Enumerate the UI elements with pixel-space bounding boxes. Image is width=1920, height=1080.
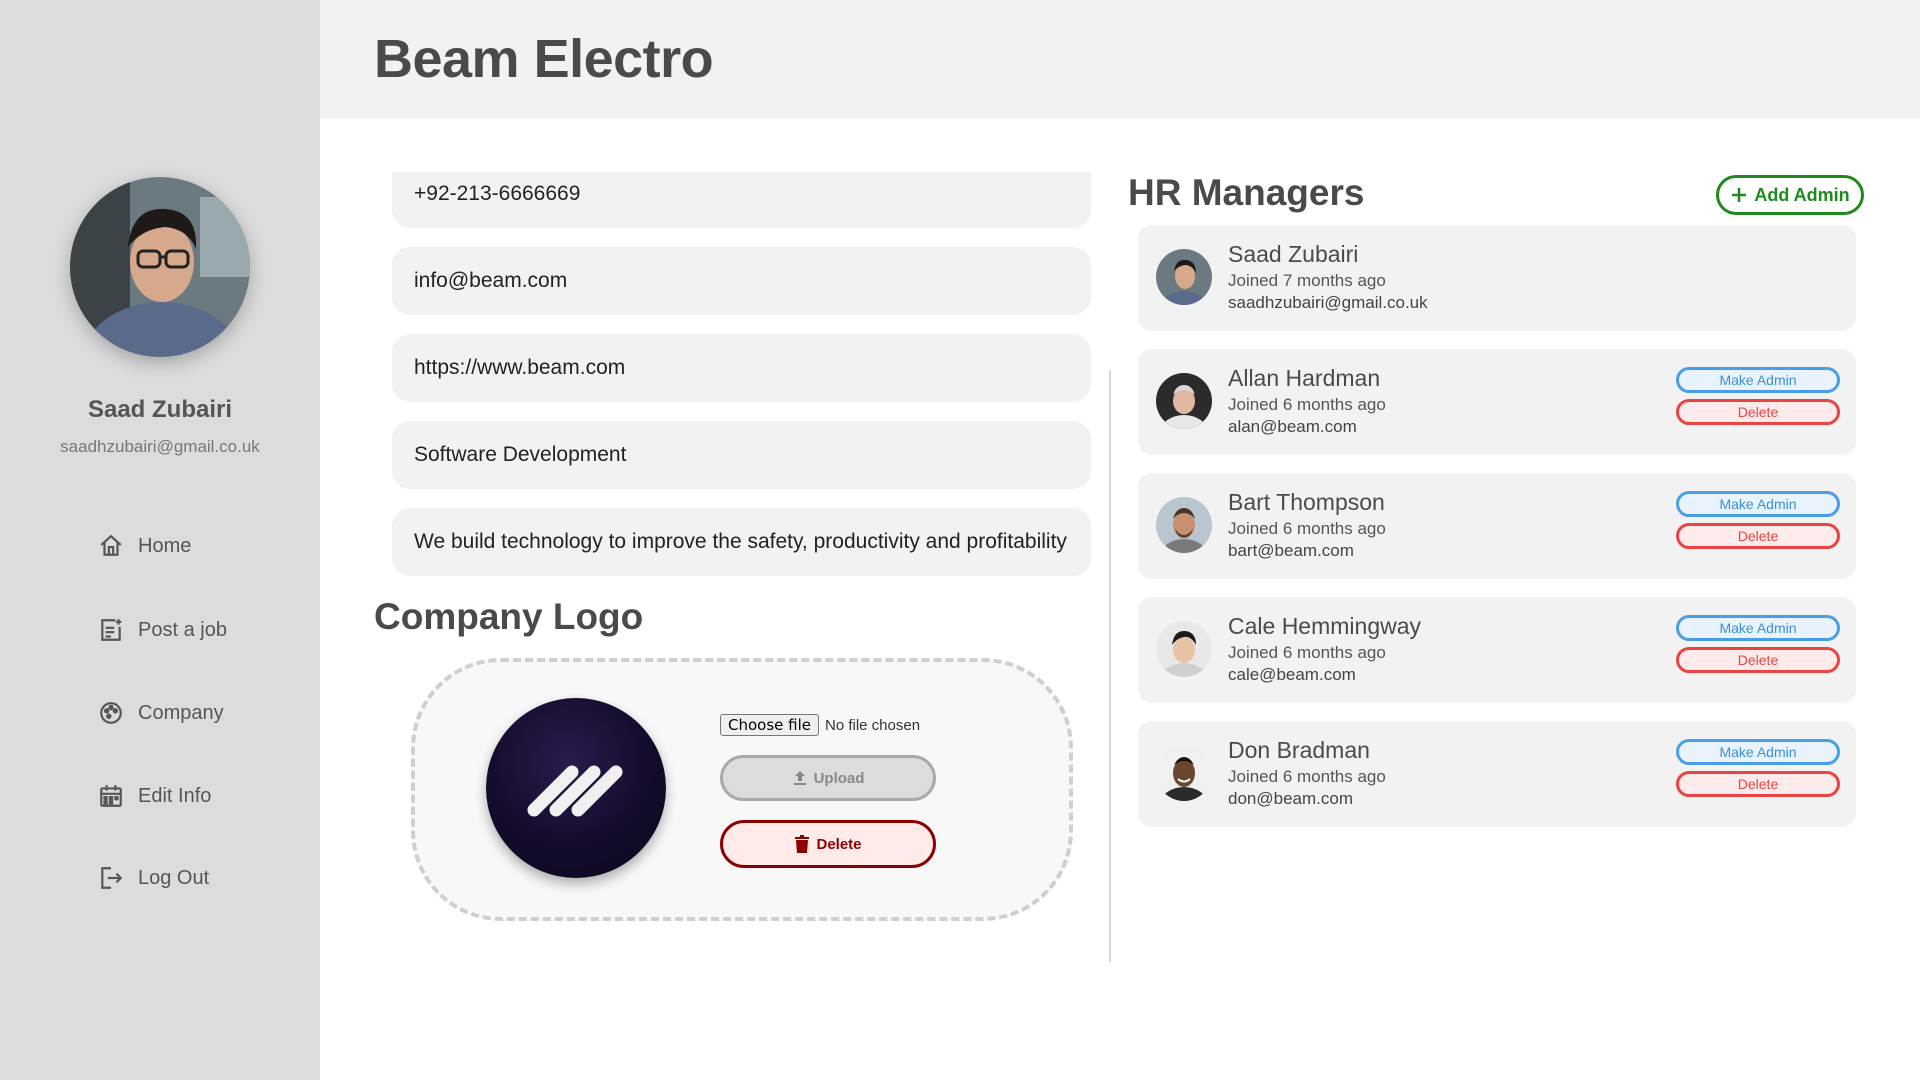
manager-name: Allan Hardman xyxy=(1228,365,1381,391)
upload-label: Upload xyxy=(813,769,865,787)
divider xyxy=(1109,370,1111,962)
delete-manager-button[interactable]: Delete xyxy=(1676,771,1840,797)
manager-name: Don Bradman xyxy=(1228,737,1370,763)
avatar xyxy=(1156,373,1212,429)
calendar-icon xyxy=(100,785,122,807)
manager-name: Saad Zubairi xyxy=(1228,241,1359,267)
plus-icon xyxy=(1732,188,1747,202)
company-logo xyxy=(486,698,666,878)
make-admin-button[interactable]: Make Admin xyxy=(1676,367,1840,393)
make-admin-button[interactable]: Make Admin xyxy=(1676,739,1840,765)
sidebar-item-company[interactable]: Company xyxy=(98,693,224,733)
hr-managers-title: HR Managers xyxy=(1128,172,1365,213)
sidebar-item-label: Log Out xyxy=(138,866,210,889)
industry-field[interactable]: Software Development xyxy=(392,421,1091,489)
manager-joined: Joined 6 months ago xyxy=(1228,643,1386,662)
manager-name: Cale Hemmingway xyxy=(1228,613,1422,639)
logout-icon xyxy=(101,867,123,889)
delete-manager-button[interactable]: Delete xyxy=(1676,647,1840,673)
sidebar-user-email: saadhzubairi@gmail.co.uk xyxy=(60,437,260,456)
make-admin-button[interactable]: Make Admin xyxy=(1676,615,1840,641)
company-logo-title: Company Logo xyxy=(374,596,644,637)
description-field[interactable]: We build technology to improve the safet… xyxy=(392,508,1091,576)
sidebar-item-post-a-job[interactable]: Post a job xyxy=(98,610,227,650)
post-job-icon xyxy=(101,619,122,641)
upload-button[interactable]: Upload xyxy=(720,755,936,801)
palette-icon xyxy=(100,702,122,724)
file-input[interactable]: Choose file No file chosen xyxy=(720,714,920,736)
manager-name: Bart Thompson xyxy=(1228,489,1385,515)
delete-manager-button[interactable]: Delete xyxy=(1676,523,1840,549)
trash-icon xyxy=(795,835,810,853)
add-admin-label: Add Admin xyxy=(1754,184,1850,205)
avatar xyxy=(1156,249,1212,305)
page-title: Beam Electro xyxy=(374,29,714,89)
manager-email: saadhzubairi@gmail.co.uk xyxy=(1228,293,1428,312)
manager-email: cale@beam.com xyxy=(1228,665,1356,684)
manager-joined: Joined 6 months ago xyxy=(1228,767,1386,786)
manager-card: Allan Hardman Joined 6 months ago alan@b… xyxy=(1138,349,1856,455)
sidebar: Saad Zubairi saadhzubairi@gmail.co.uk Ho… xyxy=(0,0,320,1080)
delete-label: Delete xyxy=(816,835,862,853)
profile-avatar xyxy=(70,177,250,357)
sidebar-item-label: Company xyxy=(138,701,224,724)
sidebar-item-home[interactable]: Home xyxy=(98,526,191,566)
sidebar-item-edit-info[interactable]: Edit Info xyxy=(98,776,211,816)
manager-joined: Joined 6 months ago xyxy=(1228,519,1386,538)
sidebar-item-log-out[interactable]: Log Out xyxy=(98,858,209,898)
manager-joined: Joined 7 months ago xyxy=(1228,271,1386,290)
make-admin-button[interactable]: Make Admin xyxy=(1676,491,1840,517)
header: Beam Electro xyxy=(320,0,1920,119)
manager-card: Saad Zubairi Joined 7 months ago saadhzu… xyxy=(1138,225,1856,331)
email-field[interactable]: info@beam.com xyxy=(392,247,1091,315)
sidebar-item-label: Post a job xyxy=(138,618,227,641)
delete-logo-button[interactable]: Delete xyxy=(720,820,936,868)
delete-manager-button[interactable]: Delete xyxy=(1676,399,1840,425)
home-icon xyxy=(100,534,122,556)
add-admin-button[interactable]: Add Admin xyxy=(1716,175,1864,215)
sidebar-item-label: Home xyxy=(138,534,192,557)
avatar xyxy=(1156,497,1212,553)
manager-joined: Joined 6 months ago xyxy=(1228,395,1386,414)
website-field[interactable]: https://www.beam.com xyxy=(392,334,1091,402)
phone-field[interactable]: +92-213-6666669 xyxy=(392,172,1091,228)
manager-card: Don Bradman Joined 6 months ago don@beam… xyxy=(1138,721,1856,827)
choose-file-button[interactable]: Choose file xyxy=(720,714,819,736)
avatar xyxy=(1156,621,1212,677)
manager-email: alan@beam.com xyxy=(1228,417,1357,436)
manager-card: Bart Thompson Joined 6 months ago bart@b… xyxy=(1138,473,1856,579)
avatar xyxy=(1156,745,1212,801)
manager-card: Cale Hemmingway Joined 6 months ago cale… xyxy=(1138,597,1856,703)
manager-email: don@beam.com xyxy=(1228,789,1353,808)
no-file-text: No file chosen xyxy=(825,716,921,734)
upload-icon xyxy=(793,771,806,785)
sidebar-user-name: Saad Zubairi xyxy=(87,396,233,423)
sidebar-item-label: Edit Info xyxy=(138,784,212,807)
manager-email: bart@beam.com xyxy=(1228,541,1354,560)
